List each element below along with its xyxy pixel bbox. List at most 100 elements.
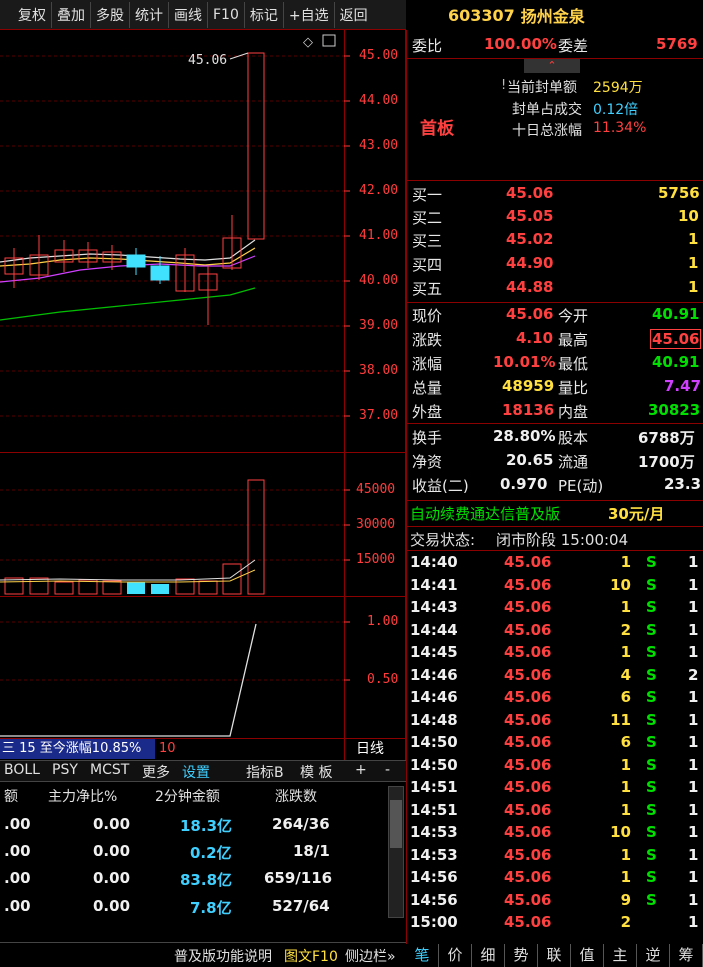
- right-tab[interactable]: 价: [439, 944, 472, 967]
- bid-volume: 1: [688, 278, 699, 296]
- bid-row: 买一 45.06 5756: [406, 184, 703, 206]
- quote-row: 收益(二) 0.970 PE(动) 23.3: [406, 475, 703, 497]
- bid-price: 45.05: [506, 207, 554, 225]
- tick-side: S: [646, 688, 657, 706]
- toolbar-mark-button[interactable]: 标记: [245, 1, 284, 28]
- commission-diff-label: 委差: [558, 37, 589, 55]
- bid-price: 45.06: [506, 184, 554, 202]
- right-tab[interactable]: 主: [604, 944, 637, 967]
- tab-boll[interactable]: BOLL: [4, 762, 40, 778]
- info-icon: !: [501, 78, 507, 93]
- tick-count: 1: [688, 890, 699, 909]
- help-link[interactable]: 普及版功能说明: [174, 946, 272, 966]
- right-tab[interactable]: 笔: [406, 944, 439, 967]
- tick-count: 1: [688, 755, 699, 774]
- tick-side: S: [646, 665, 657, 684]
- tick-volume: 6: [620, 733, 631, 751]
- tab-indicator-b[interactable]: 指标B: [246, 762, 284, 782]
- price-axis-label: 39.00: [359, 318, 399, 333]
- tick-count: 1: [688, 845, 699, 864]
- tab-psy[interactable]: PSY: [52, 762, 78, 778]
- quote-row: 净资 20.65 流通 1700万: [406, 451, 703, 473]
- first-limit-badge: 首板: [420, 119, 454, 139]
- tick-volume: 6: [620, 688, 631, 706]
- kline-chart[interactable]: 45.06 ◇: [0, 30, 406, 765]
- right-tab[interactable]: 逆: [637, 944, 670, 967]
- market-summary-table: 额 主力净比% 2分钟金额 涨跌数 .00 0.00 18.3亿 264/36 …: [0, 780, 406, 940]
- sidebar-toggle[interactable]: 侧边栏»: [345, 946, 396, 966]
- quote-row: 涨幅 10.01% 最低 40.91: [406, 353, 703, 375]
- zoom-in-button[interactable]: +: [355, 762, 367, 778]
- tick-row: 14:48 45.06 11 S 1: [406, 711, 703, 733]
- volume-ratio-value: 7.47: [664, 377, 702, 395]
- diamond-icon[interactable]: ◇: [303, 35, 313, 50]
- promo-text[interactable]: 自动续费通达信普及版: [410, 503, 560, 524]
- bid-price: 44.90: [506, 254, 554, 272]
- f10-link[interactable]: 图文F10: [284, 946, 338, 966]
- scrollbar-thumb[interactable]: [390, 800, 402, 848]
- ten-day-label: 十日总涨幅: [512, 123, 582, 139]
- toolbar-stats-button[interactable]: 统计: [130, 1, 169, 28]
- toolbar-restore-rights-button[interactable]: 复权: [0, 1, 52, 28]
- tick-row: 14:53 45.06 1 S 1: [406, 846, 703, 868]
- period-daily-label[interactable]: 日线: [356, 739, 384, 759]
- tick-count: 1: [688, 598, 699, 616]
- right-tab[interactable]: 联: [538, 944, 571, 967]
- inner-label: 内盘: [558, 403, 589, 421]
- tab-more[interactable]: 更多: [142, 762, 170, 782]
- toolbar-overlay-button[interactable]: 叠加: [52, 1, 91, 28]
- tick-row: 14:40 45.06 1 S 1: [406, 553, 703, 575]
- toolbar-add-watchlist-button[interactable]: +自选: [284, 1, 335, 28]
- tick-row: 14:46 45.06 6 S 1: [406, 688, 703, 710]
- tick-side: S: [646, 553, 657, 571]
- tick-time: 14:53: [410, 823, 458, 841]
- turnover-value: 28.80%: [493, 427, 556, 445]
- trade-status-value: 闭市阶段 15:00:04: [496, 531, 629, 549]
- right-tab[interactable]: 值: [571, 944, 604, 967]
- tab-template[interactable]: 模 板: [300, 762, 332, 782]
- ten-day-value: 11.34%: [593, 120, 647, 136]
- square-icon[interactable]: [322, 34, 336, 47]
- low-label: 最低: [558, 355, 589, 373]
- seal-ratio-value: 0.12倍: [593, 102, 639, 118]
- tick-price: 45.06: [504, 665, 552, 684]
- promo-price[interactable]: 30元/月: [608, 503, 664, 524]
- table-cell: 0.00: [93, 897, 131, 915]
- tick-price: 45.06: [504, 688, 552, 706]
- tick-count: 1: [688, 733, 699, 751]
- toolbar-back-button[interactable]: 返回: [335, 2, 373, 28]
- zoom-out-button[interactable]: -: [385, 762, 390, 778]
- now-label: 现价: [412, 307, 443, 325]
- right-tab[interactable]: 势: [505, 944, 538, 967]
- eps-value: 0.970: [500, 475, 548, 493]
- collapse-icon[interactable]: ⌃: [524, 59, 580, 73]
- bid-volume: 1: [688, 254, 699, 272]
- high-value: 45.06: [650, 329, 702, 349]
- tick-side: S: [646, 710, 657, 729]
- volume-ratio-label: 量比: [558, 379, 589, 397]
- tick-row: 14:56 45.06 1 S 1: [406, 868, 703, 890]
- right-tab-bar: 笔价细势联值主逆筹: [406, 944, 703, 967]
- toolbar-draw-button[interactable]: 画线: [169, 1, 208, 28]
- tick-price: 45.06: [504, 620, 552, 639]
- tick-count: 1: [688, 823, 699, 841]
- quote-row: 总量 48959 量比 7.47: [406, 377, 703, 399]
- table-cell: .00: [4, 815, 31, 833]
- table-cell: .00: [4, 897, 31, 915]
- toolbar-multi-stock-button[interactable]: 多股: [91, 1, 130, 28]
- right-tab[interactable]: 筹: [670, 944, 703, 967]
- status-bar: 普及版功能说明 图文F10 侧边栏»: [0, 942, 406, 967]
- tick-side: S: [646, 620, 657, 639]
- toolbar-f10-button[interactable]: F10: [208, 1, 245, 28]
- net-asset-value: 20.65: [506, 451, 554, 469]
- float-value: 1700万: [638, 453, 695, 471]
- tab-mcst[interactable]: MCST: [90, 762, 129, 778]
- tick-price: 45.06: [504, 575, 552, 594]
- tick-row: 14:45 45.06 1 S 1: [406, 643, 703, 665]
- tick-time: 14:43: [410, 598, 458, 616]
- tick-side: S: [646, 733, 657, 751]
- tab-settings[interactable]: 设置: [182, 762, 210, 782]
- right-tab[interactable]: 细: [472, 944, 505, 967]
- tick-row: 14:53 45.06 10 S 1: [406, 823, 703, 845]
- seal-amount-label: 当前封单额: [507, 80, 577, 96]
